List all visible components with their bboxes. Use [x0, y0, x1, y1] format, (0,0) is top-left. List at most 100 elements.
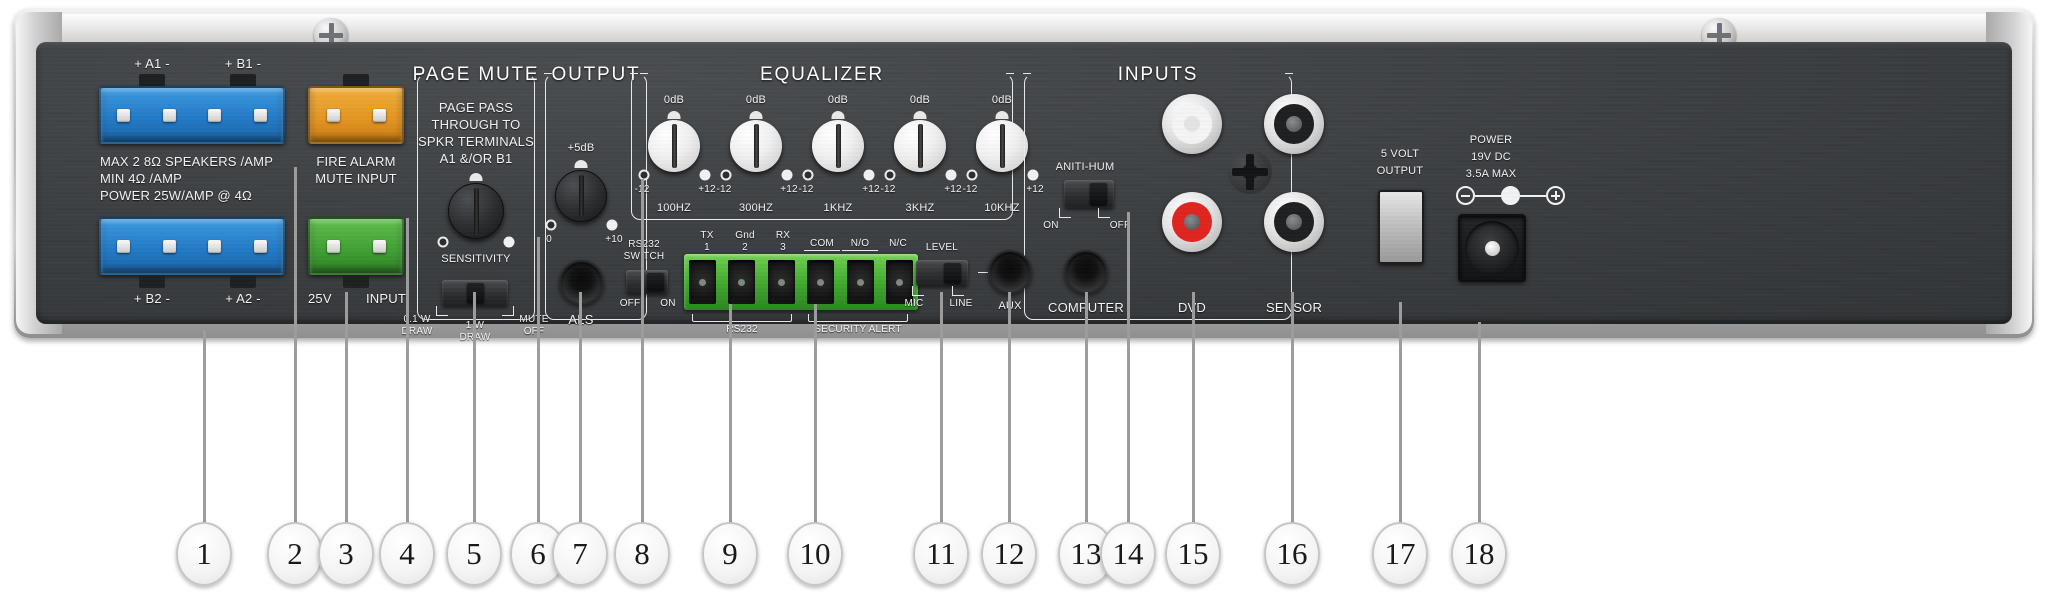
als-jack[interactable] — [559, 260, 604, 305]
sensitivity-label: SENSITIVITY — [441, 253, 511, 265]
eq-band-1-max-label: +12 — [780, 184, 798, 195]
polarity-center-icon — [1501, 186, 1520, 205]
callout-number-7: 7 — [552, 522, 608, 586]
eq-band-2-pointer — [831, 111, 845, 119]
output-level-knob[interactable] — [555, 170, 607, 222]
power-25v-connector[interactable] — [308, 217, 404, 275]
sensor-rca-top[interactable] — [1264, 94, 1324, 154]
five-volt-label-line-1: 5 VOLT — [1380, 148, 1420, 160]
eq-band-2-freq-label: 1KHZ — [823, 202, 853, 214]
eq-band-4-top-label: 0dB — [991, 94, 1013, 106]
page-mute-off-line-2: OFF — [523, 326, 545, 337]
sensor-rca-bottom[interactable] — [1264, 192, 1324, 252]
output-title: OUTPUT — [551, 64, 641, 85]
terminal-com-underline — [804, 250, 840, 251]
terminal-no-underline — [842, 250, 878, 251]
screw-terminal[interactable] — [372, 108, 386, 122]
power-25v-input-label: INPUT — [366, 291, 406, 306]
page-mute-note-1: PAGE PASS — [438, 100, 514, 115]
security-rs232-terminal-block[interactable] — [684, 254, 918, 310]
level-switch[interactable] — [916, 260, 968, 286]
screw-terminal[interactable] — [162, 239, 176, 253]
speaker-connector-b2-a2[interactable] — [99, 217, 285, 275]
eq-knob-3khz[interactable] — [894, 120, 946, 172]
knob-slot — [671, 124, 677, 168]
dc-polarity-icon — [1456, 186, 1565, 205]
eq-knob-1khz[interactable] — [812, 120, 864, 172]
terminal-port-rx[interactable] — [767, 260, 795, 304]
security-alert-group-bracket — [808, 314, 908, 322]
screw-terminal[interactable] — [117, 108, 131, 122]
speaker-connector-a1-b1[interactable] — [99, 86, 285, 144]
rs232-on-label: ON — [660, 298, 676, 309]
callout-leader-line — [1007, 292, 1011, 528]
eq-band-4-freq-label: 10KHZ — [984, 202, 1020, 214]
rs232-switch[interactable] — [626, 270, 668, 294]
callout-number-11: 11 — [913, 522, 969, 586]
callout-number-9: 9 — [702, 522, 758, 586]
terminal-port-gnd[interactable] — [728, 260, 756, 304]
rs232-switch-label-line-1: RS232 — [628, 239, 660, 250]
callout-leader-line — [536, 237, 540, 528]
aux-jack[interactable] — [988, 250, 1032, 294]
dvd-rca-left-white[interactable] — [1162, 94, 1222, 154]
switch-nub[interactable] — [467, 283, 484, 303]
eq-band-3-freq-label: 3KHZ — [905, 202, 935, 214]
sensitivity-knob[interactable] — [448, 183, 504, 239]
dc-power-jack[interactable] — [1458, 214, 1526, 282]
computer-jack[interactable] — [1064, 250, 1108, 294]
eq-band-3-min-label: -12 — [880, 184, 896, 195]
eq-knob-300hz[interactable] — [730, 120, 782, 172]
eq-knob-100hz[interactable] — [648, 120, 700, 172]
screw-terminal[interactable] — [326, 108, 340, 122]
switch-nub[interactable] — [647, 273, 664, 291]
usb-5v-output-port[interactable] — [1378, 190, 1424, 264]
anti-hum-switch[interactable] — [1064, 180, 1114, 208]
screw-terminal[interactable] — [253, 239, 267, 253]
eq-knob-10khz[interactable] — [976, 120, 1028, 172]
eq-band-2-max-label: +12 — [862, 184, 880, 195]
callout-number-5: 5 — [446, 522, 502, 586]
screw-terminal[interactable] — [208, 239, 222, 253]
speaker-a2-tab — [230, 275, 256, 288]
fire-alarm-connector[interactable] — [308, 86, 404, 144]
polarity-bar — [1475, 194, 1501, 197]
speaker-b2-label: + B2 - — [133, 291, 171, 306]
terminal-port-tx[interactable] — [689, 260, 716, 304]
dvd-rca-right-red[interactable] — [1162, 192, 1222, 252]
knob-slot — [835, 124, 841, 168]
panel-diagram: + A1 - + B1 - MAX 2 8Ω SPEAKERS /AMP MIN… — [0, 0, 2048, 614]
eq-band-2-min-dot — [802, 169, 814, 181]
screw-terminal[interactable] — [253, 108, 267, 122]
eq-band-0-max-label: +12 — [698, 184, 716, 195]
eq-band-1-min-label: -12 — [716, 184, 732, 195]
callout-number-10: 10 — [787, 522, 843, 586]
terminal-port-no[interactable] — [846, 260, 874, 304]
eq-band-1-min-dot — [720, 169, 732, 181]
anti-hum-label: ANITI-HUM — [1055, 161, 1115, 173]
power-label-line-3: 3.5A MAX — [1465, 168, 1517, 180]
terminal-port-com[interactable] — [807, 260, 835, 304]
callout-leader-line — [939, 292, 943, 528]
callout-leader-line — [202, 330, 206, 528]
speaker-spec-line-2: MIN 4Ω /AMP — [100, 171, 182, 186]
callout-number-12: 12 — [981, 522, 1037, 586]
screw-terminal[interactable] — [117, 239, 131, 253]
callout-number-1: 1 — [176, 522, 232, 586]
switch-nub[interactable] — [1090, 183, 1107, 205]
eq-band-2-min-label: -12 — [798, 184, 814, 195]
screw-terminal[interactable] — [326, 239, 340, 253]
terminal-pin-5-name: N/C — [889, 238, 907, 249]
page-mute-note-2: THROUGH TO — [431, 117, 521, 132]
callout-leader-line — [1084, 292, 1088, 528]
terminal-pin-4-name: N/O — [850, 238, 870, 249]
screw-terminal[interactable] — [372, 239, 386, 253]
rca-ring — [1172, 202, 1212, 242]
screw-terminal[interactable] — [208, 108, 222, 122]
rca-pin — [1184, 116, 1200, 132]
switch-nub[interactable] — [944, 263, 961, 283]
screw-terminal[interactable] — [162, 108, 176, 122]
callout-leader-line — [1191, 292, 1195, 528]
level-mic-bracket-tick — [912, 286, 924, 296]
rca-pin — [1184, 214, 1200, 230]
